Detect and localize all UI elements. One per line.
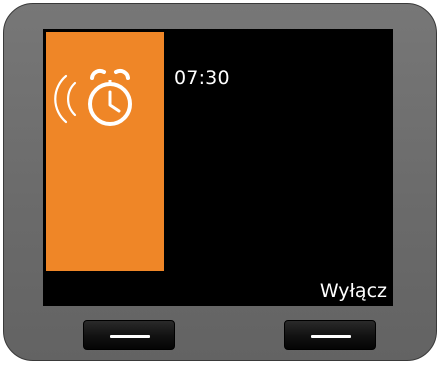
left-softkey-button[interactable] — [83, 320, 175, 350]
ringing-alarm-clock-icon — [54, 68, 132, 126]
alarm-indicator-panel — [46, 32, 164, 271]
softkey-turn-off-label[interactable]: Wyłącz — [320, 280, 387, 302]
alarm-time-text: 07:30 — [174, 67, 230, 89]
phone-device-frame: 07:30 Wyłącz — [3, 3, 437, 361]
right-softkey-button[interactable] — [284, 320, 376, 350]
left-softkey-bar — [110, 335, 150, 338]
right-softkey-bar — [311, 335, 351, 338]
phone-display: 07:30 Wyłącz — [43, 29, 393, 306]
